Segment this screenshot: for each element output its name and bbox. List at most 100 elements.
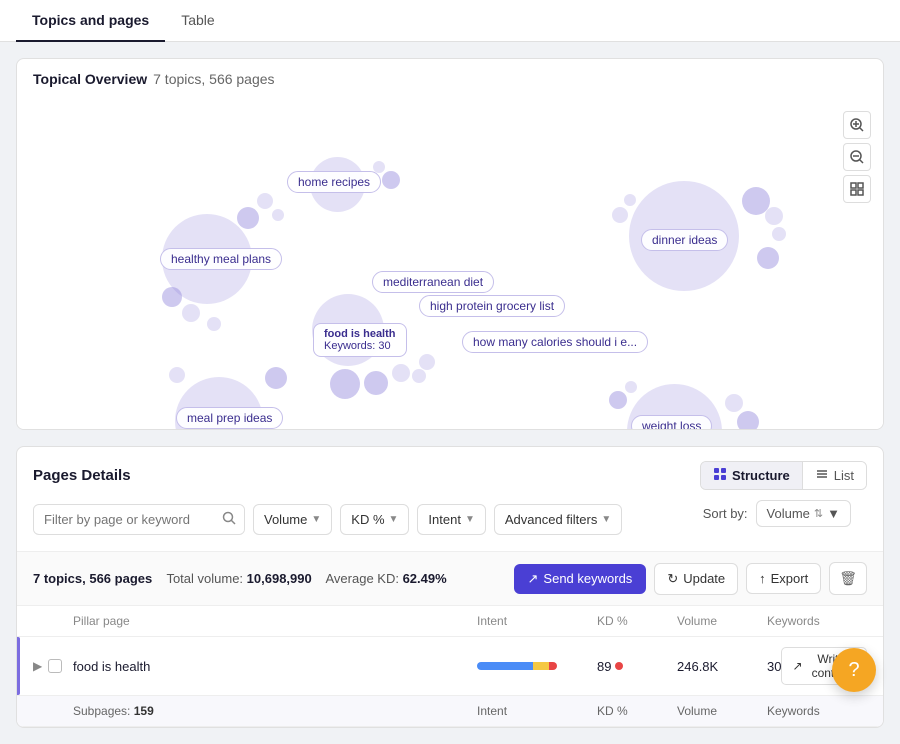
sort-by-label: Sort by: — [703, 506, 748, 521]
action-buttons: ↗ Send keywords ↻ Update ↑ Export 🗑 — [514, 562, 867, 595]
view-list-btn[interactable]: List — [803, 462, 866, 489]
search-input[interactable] — [34, 506, 214, 533]
filter-advanced-label: Advanced filters — [505, 512, 598, 527]
filter-group: Volume ▼ KD % ▼ Intent ▼ Advanced filter… — [33, 504, 622, 535]
filter-sort-row: Volume ▼ KD % ▼ Intent ▼ Advanced filter… — [17, 500, 883, 551]
zoom-controls — [843, 111, 871, 203]
search-button[interactable] — [214, 505, 244, 534]
zoom-fit-btn[interactable] — [843, 175, 871, 203]
row-intent — [477, 662, 597, 670]
bubble-weight-1 — [725, 394, 743, 412]
expand-icon[interactable]: ▶ — [33, 659, 42, 673]
label-calories[interactable]: how many calories should i e... — [462, 331, 648, 353]
export-btn[interactable]: ↑ Export — [746, 563, 821, 594]
sort-select[interactable]: Volume ⇅ ▼ — [756, 500, 851, 527]
tab-table[interactable]: Table — [165, 0, 230, 42]
delete-btn[interactable]: 🗑 — [829, 562, 867, 595]
update-label: Update — [683, 571, 725, 586]
bubble-sm-2 — [257, 193, 273, 209]
bubble-mid-3 — [392, 364, 410, 382]
bubble-sm-8 — [265, 367, 287, 389]
update-icon: ↻ — [667, 571, 678, 587]
send-keywords-btn[interactable]: ↗ Send keywords — [514, 564, 647, 594]
topical-overview-title: Topical Overview — [33, 71, 147, 87]
top-tabs: Topics and pages Table — [0, 0, 900, 42]
intent-red-segment — [549, 662, 557, 670]
help-fab[interactable]: ? — [832, 648, 876, 692]
bubble-sm-5 — [207, 317, 221, 331]
bubble-mid-2 — [364, 371, 388, 395]
row-keywords-count: 30 — [767, 659, 781, 674]
bubble-weight-6 — [609, 391, 627, 409]
send-keywords-label: Send keywords — [543, 571, 632, 586]
help-icon: ? — [848, 659, 859, 682]
stats-bar: 7 topics, 566 pages Total volume: 10,698… — [17, 551, 883, 606]
bubble-weight-2 — [737, 411, 759, 429]
structure-icon — [713, 467, 727, 484]
topical-overview-header: Topical Overview 7 topics, 566 pages — [17, 59, 883, 99]
tooltip-label: food is health — [324, 328, 396, 340]
label-meal-prep[interactable]: meal prep ideas — [176, 407, 283, 429]
col-intent-header: Intent — [477, 614, 597, 628]
stats-topics-pages: 7 topics, 566 pages — [33, 571, 152, 586]
label-dinner-ideas[interactable]: dinner ideas — [641, 229, 728, 251]
avg-kd-label: Average KD: — [325, 571, 398, 586]
sort-icon: ⇅ — [814, 507, 823, 520]
filter-kd-btn[interactable]: KD % ▼ — [340, 504, 409, 535]
col-kd-header: KD % — [597, 614, 677, 628]
label-healthy-meal-plans[interactable]: healthy meal plans — [160, 248, 282, 270]
row-page-name[interactable]: food is health — [73, 659, 477, 674]
label-weight-loss[interactable]: weight loss — [631, 415, 712, 429]
view-toggle: Structure List — [700, 461, 867, 490]
sort-bar: Sort by: Volume ⇅ ▼ — [687, 500, 867, 539]
pages-details-header: Pages Details Structure List — [17, 447, 883, 500]
tab-topics-and-pages[interactable]: Topics and pages — [16, 0, 165, 42]
bubble-sm-13 — [382, 171, 400, 189]
row-checkbox[interactable] — [48, 659, 62, 673]
chevron-intent-icon: ▼ — [465, 514, 475, 525]
intent-bar — [477, 662, 557, 670]
tooltip-sub: Keywords: 30 — [324, 340, 396, 352]
export-label: Export — [771, 571, 809, 586]
row-expand-cell: ▶ — [33, 659, 73, 673]
intent-blue-segment — [477, 662, 533, 670]
chevron-advanced-icon: ▼ — [601, 514, 611, 525]
total-volume-value: 10,698,990 — [247, 571, 312, 586]
zoom-out-btn[interactable] — [843, 143, 871, 171]
update-btn[interactable]: ↻ Update — [654, 563, 738, 595]
col-volume-header: Volume — [677, 614, 767, 628]
row-volume: 246.8K — [677, 659, 767, 674]
row-accent-bar — [17, 637, 20, 695]
filter-advanced-btn[interactable]: Advanced filters ▼ — [494, 504, 622, 535]
filter-intent-btn[interactable]: Intent ▼ — [417, 504, 485, 535]
view-structure-btn[interactable]: Structure — [701, 462, 803, 489]
filter-volume-btn[interactable]: Volume ▼ — [253, 504, 332, 535]
chevron-sort-icon: ▼ — [827, 506, 840, 521]
kd-number: 89 — [597, 659, 611, 674]
label-high-protein[interactable]: high protein grocery list — [419, 295, 565, 317]
zoom-in-btn[interactable] — [843, 111, 871, 139]
table-row: ▶ food is health 89 246.8K 30 ↗ — [17, 637, 883, 696]
total-volume-label: Total volume: — [166, 571, 243, 586]
list-icon — [815, 467, 829, 484]
bubble-sm-4 — [182, 304, 200, 322]
stats-text: 7 topics, 566 pages Total volume: 10,698… — [33, 571, 447, 586]
bubble-dinner-3 — [772, 227, 786, 241]
view-structure-label: Structure — [732, 468, 790, 483]
bubble-dinner-4 — [757, 247, 779, 269]
filter-kd-label: KD % — [351, 512, 384, 527]
export-icon: ↑ — [759, 571, 766, 586]
chevron-volume-icon: ▼ — [311, 514, 321, 525]
label-home-recipes[interactable]: home recipes — [287, 171, 381, 193]
pages-details-card: Pages Details Structure List — [16, 446, 884, 728]
chevron-kd-icon: ▼ — [389, 514, 399, 525]
trash-icon: 🗑 — [839, 570, 857, 586]
label-mediterranean-diet[interactable]: mediterranean diet — [372, 271, 494, 293]
bubble-dinner-2 — [765, 207, 783, 225]
col-pillar-header: Pillar page — [73, 614, 477, 628]
topical-overview-card: Topical Overview 7 topics, 566 pages — [16, 58, 884, 430]
main-content: Topical Overview 7 topics, 566 pages — [0, 42, 900, 744]
row-kd: 89 — [597, 659, 677, 674]
bubble-dinner-6 — [612, 207, 628, 223]
sort-value: Volume — [767, 506, 810, 521]
